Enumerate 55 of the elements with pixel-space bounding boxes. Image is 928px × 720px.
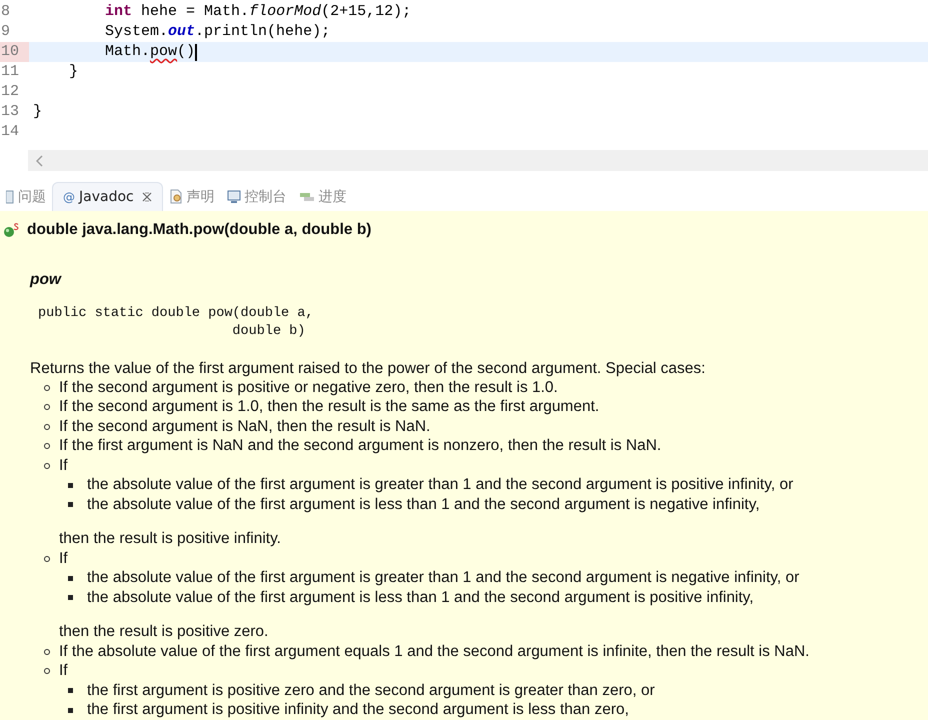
bullet-icon [68,708,73,713]
bullet-icon [68,482,73,488]
declaration-line: public static double pow(double a, [38,304,314,323]
view-tab[interactable]: 声明 [162,182,221,211]
bullet-icon [68,688,73,694]
case-text: then the result is positive infinity. [59,529,282,549]
code-line: Math.pow() [104,42,197,62]
line-number: 10 [0,42,29,62]
bullet-icon [44,648,50,655]
case-text: If the second argument is 1.0, then the result is the same as the first argument. [59,397,600,417]
bullet-icon [44,462,50,469]
code-line: int hehe = Math.floorMod(2+15,12); [104,2,412,22]
case-text: If [59,456,68,476]
horizontal-scrollbar[interactable] [28,150,928,172]
bullet-icon [68,576,73,581]
scroll-left-icon[interactable] [36,154,44,167]
code-line: } [68,62,78,82]
document-icon [168,189,183,204]
bullet-icon [44,424,50,430]
description-text: Returns the value of the first argument raised to the power of the second argument. Special cases: [30,358,706,378]
method-name: pow [30,270,62,289]
progress-icon [298,190,315,203]
case-text: the absolute value of the first argument is greater than 1 and the second argument is negative infinity, or [87,568,800,588]
bullet-icon [68,502,73,508]
case-text: the absolute value of the first argument is less than 1 and the second argument is positive infinity, [87,588,754,608]
case-text: the first argument is positive infinity and the second argument is less than zero, [87,700,629,720]
at-icon: @ [63,190,75,204]
bullet-icon [68,595,73,600]
view-tab[interactable]: 控制台 [220,182,293,211]
declaration-line: double b) [231,322,306,341]
view-tab[interactable]: 进度 [292,182,353,211]
bullet-icon [44,384,50,391]
bullet-icon [44,668,50,674]
case-text: the absolute value of the first argument is less than 1 and the second argument is negative infinity, [87,494,760,514]
view-tab[interactable]: @ Javadoc [52,182,163,211]
case-text: If [59,548,68,568]
case-text: If the first argument is NaN and the second argument is nonzero, then the result is NaN. [59,436,662,456]
bullet-icon [44,556,50,562]
case-text: then the result is positive zero. [59,622,270,642]
monitor-icon [226,190,241,204]
problems-icon [6,190,14,204]
case-text: If the second argument is positive or negative zero, then the result is 1.0. [59,378,558,398]
code-line: } [33,102,42,122]
view-tab[interactable]: 问题 [0,182,52,211]
case-text: If the second argument is NaN, then the result is NaN. [59,416,430,436]
bullet-icon [44,443,50,450]
case-text: the absolute value of the first argument is greater than 1 and the second argument is positive infinity, or [87,475,794,495]
code-line: System.out.println(hehe); [104,22,330,42]
static-method-icon [3,222,21,238]
case-text: If [59,661,68,681]
bullet-icon [44,404,50,410]
close-icon[interactable] [142,192,152,202]
method-signature: double java.lang.Math.pow(double a, double b) [27,220,372,239]
case-text: If the absolute value of the first argument equals 1 and the second argument is infinite, then the result is NaN. [59,642,810,662]
case-text: the first argument is positive zero and the second argument is greater than zero, or [87,680,655,700]
